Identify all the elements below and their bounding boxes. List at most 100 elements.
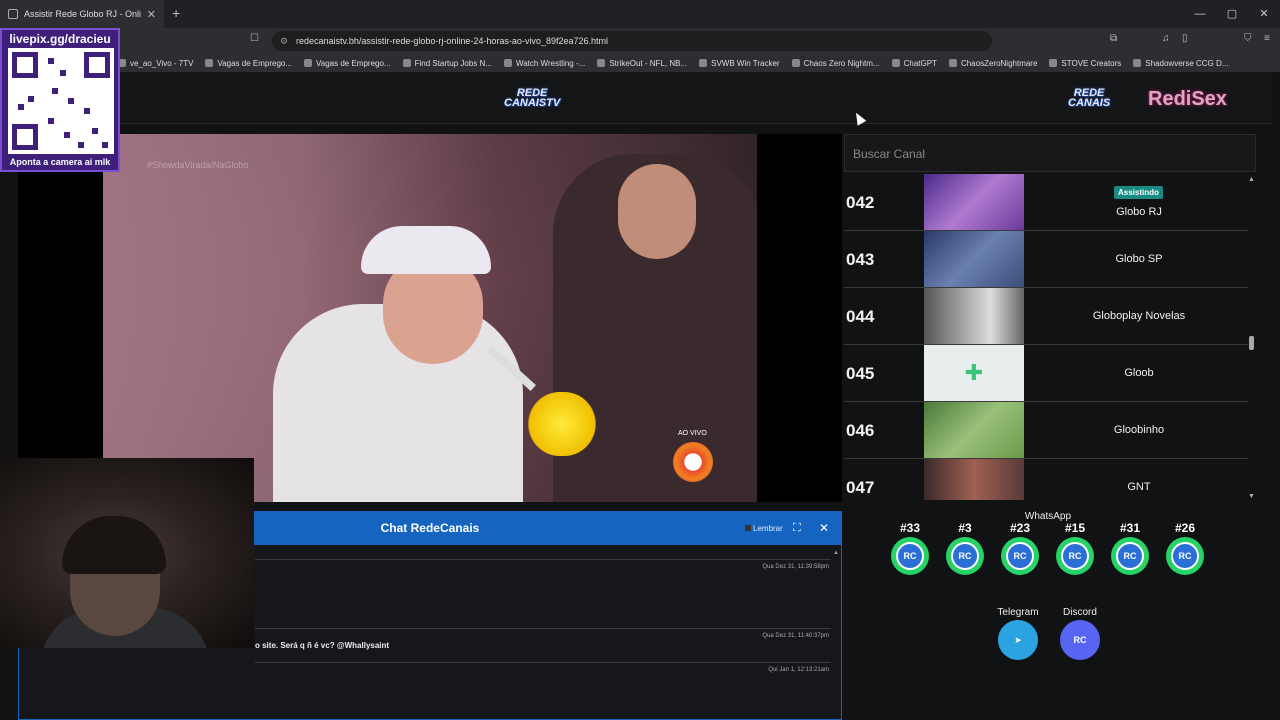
whatsapp-icon: RC xyxy=(1166,537,1204,575)
close-tab-icon[interactable]: ✕ xyxy=(147,8,156,21)
bookmark-item[interactable]: ChatGPT xyxy=(891,59,937,68)
qr-code-overlay: livepix.gg/dracieu Aponta a camera ai ml… xyxy=(0,28,120,172)
channel-search-input[interactable]: Buscar Canal xyxy=(844,134,1256,172)
webcam-overlay xyxy=(0,458,254,648)
channel-row[interactable]: 045 ✚ Gloob xyxy=(844,345,1248,402)
video-frame[interactable]: #ShowdaVirada/NaGlobo xyxy=(103,134,757,502)
channel-name: Globoplay Novelas xyxy=(1092,310,1186,322)
bookmark-item[interactable]: Shadowverse CCG D... xyxy=(1133,59,1228,68)
partner-logo-2[interactable]: RediSex xyxy=(1148,88,1227,110)
channel-number: 047 xyxy=(846,478,875,497)
telegram-link[interactable]: Telegram ➤ xyxy=(988,607,1048,660)
bookmark-item[interactable]: STOVE Creators xyxy=(1049,59,1121,68)
bookmark-item[interactable]: Vagas de Emprego... xyxy=(304,59,391,68)
site-logo[interactable]: REDE CANAISTV xyxy=(504,88,561,109)
message-time: Qua Dez 31, 11:40:37pm xyxy=(762,633,829,639)
social-links: WhatsApp #33 RC #3 RC #23 RC #15 RC #31 RC #2… xyxy=(844,511,1272,720)
channel-number: 046 xyxy=(846,421,875,440)
chat-message: Qua Dez 31, 11:40:37pm o site. Será q ñ … xyxy=(255,628,831,662)
scroll-up-icon[interactable]: ▲ xyxy=(1248,176,1255,183)
remember-checkbox[interactable]: Lembrar xyxy=(745,512,783,545)
channel-name: Gloob xyxy=(1124,367,1154,379)
channel-thumbnail xyxy=(924,231,1024,287)
whatsapp-icon: RC xyxy=(1001,537,1039,575)
new-tab-icon[interactable]: + xyxy=(172,5,180,21)
site-favicon-icon xyxy=(8,9,18,19)
bookmark-item[interactable]: Find Startup Jobs N... xyxy=(402,59,492,68)
bookmark-item[interactable]: ve_ao_Vivo - 7TV xyxy=(118,59,193,68)
discord-link[interactable]: Discord RC xyxy=(1050,607,1110,660)
bookmark-item[interactable]: Chaos Zero Nightm... xyxy=(791,59,880,68)
channel-number: 042 xyxy=(846,193,875,212)
whatsapp-icon: RC xyxy=(1111,537,1149,575)
bookmark-item[interactable]: Vagas de Emprego... xyxy=(205,59,292,68)
overlay-bottom-text: Aponta a camera ai mlk xyxy=(9,157,111,167)
bookmark-item[interactable]: ChaosZeroNightmare xyxy=(948,59,1037,68)
maximize-icon[interactable]: ▢ xyxy=(1216,0,1248,28)
message-time: Qui Jan 1, 12:13:21am xyxy=(768,667,829,673)
channel-thumbnail xyxy=(924,174,1024,230)
partner-logo[interactable]: REDE CANAIS xyxy=(1068,88,1111,109)
channel-number: 044 xyxy=(846,307,875,326)
whatsapp-group-link[interactable]: #31 RC xyxy=(1107,521,1153,575)
channel-list: 042 Assistindo Globo RJ 043 Globo SP 044… xyxy=(844,174,1248,500)
channel-row[interactable]: 043 Globo SP xyxy=(844,231,1248,288)
menu-icon[interactable]: ≡ xyxy=(1264,33,1276,45)
site-header: REDE CANAISTV REDE CANAIS RediSex xyxy=(0,72,1272,124)
minimize-icon[interactable]: — xyxy=(1184,0,1216,28)
channel-thumbnail xyxy=(924,288,1024,344)
extensions-icon[interactable]: ⧉ xyxy=(1110,33,1122,45)
close-chat-icon[interactable]: ✕ xyxy=(819,512,829,545)
live-label: AO VIVO xyxy=(678,430,707,437)
qr-code-icon xyxy=(8,48,114,154)
video-watermark: #ShowdaVirada/NaGlobo xyxy=(147,160,249,170)
gloob-logo-icon: ✚ xyxy=(924,345,1024,401)
browser-tab[interactable]: Assistir Rede Globo RJ - Onli ✕ xyxy=(0,0,164,28)
url-field[interactable]: ⚙ redecanaistv.bh/assistir-rede-globo-rj… xyxy=(272,31,992,51)
channel-thumbnail xyxy=(924,402,1024,458)
channel-row[interactable]: 046 Gloobinho xyxy=(844,402,1248,459)
channel-name: GNT xyxy=(1127,481,1151,493)
fullscreen-icon[interactable]: ⛶ xyxy=(793,512,801,545)
sidebar-icon[interactable]: ▯ xyxy=(1182,33,1194,45)
chat-message: Qui Jan 1, 12:13:21am xyxy=(255,662,831,692)
discord-icon: RC xyxy=(1060,620,1100,660)
channel-row[interactable]: 047 GNT xyxy=(844,459,1248,500)
bookmark-icon[interactable]: ☐ xyxy=(250,33,262,45)
whatsapp-icon: RC xyxy=(946,537,984,575)
browser-tab-bar: Assistir Rede Globo RJ - Onli ✕ + — ▢ ✕ xyxy=(0,0,1280,28)
channel-thumbnail xyxy=(924,459,1024,500)
site-info-icon[interactable]: ⚙ xyxy=(280,31,288,51)
telegram-icon: ➤ xyxy=(998,620,1038,660)
channel-name: Globo RJ xyxy=(1116,206,1162,218)
shield-icon[interactable]: ⛉ xyxy=(1244,33,1256,45)
chat-scrollbar[interactable]: ▲ xyxy=(833,550,839,718)
channel-row[interactable]: 044 Globoplay Novelas xyxy=(844,288,1248,345)
channel-row[interactable]: 042 Assistindo Globo RJ xyxy=(844,174,1248,231)
whatsapp-group-link[interactable]: #23 RC xyxy=(997,521,1043,575)
whatsapp-group-link[interactable]: #3 RC xyxy=(942,521,988,575)
channel-number: 043 xyxy=(846,250,875,269)
whatsapp-group-link[interactable]: #33 RC xyxy=(887,521,933,575)
bookmark-item[interactable]: Watch Wrestling -... xyxy=(503,59,585,68)
message-time: Qua Dez 31, 11:39:58pm xyxy=(762,564,829,570)
logo-text: CANAISTV xyxy=(504,97,561,109)
whatsapp-group-link[interactable]: #26 RC xyxy=(1162,521,1208,575)
chat-message: Qua Dez 31, 11:39:58pm xyxy=(255,559,831,627)
whatsapp-group-link[interactable]: #15 RC xyxy=(1052,521,1098,575)
channel-list-scrollbar[interactable]: ▲ ▼ xyxy=(1248,176,1256,500)
channel-name: Globo SP xyxy=(1115,253,1163,265)
channel-name: Gloobinho xyxy=(1113,424,1165,436)
channel-number: 045 xyxy=(846,364,875,383)
scroll-down-icon[interactable]: ▼ xyxy=(1248,493,1255,500)
bookmark-item[interactable]: StrikeOut - NFL, NB... xyxy=(597,59,687,68)
close-window-icon[interactable]: ✕ xyxy=(1248,0,1280,28)
whatsapp-icon: RC xyxy=(1056,537,1094,575)
logo-text: CANAIS xyxy=(1068,97,1111,109)
music-icon[interactable]: ♫ xyxy=(1162,33,1174,45)
overlay-top-text: livepix.gg/dracieu xyxy=(9,32,111,46)
bookmark-item[interactable]: SVWB Win Tracker xyxy=(699,59,780,68)
window-controls: — ▢ ✕ xyxy=(1184,0,1280,28)
watching-badge: Assistindo xyxy=(1114,186,1163,199)
video-player[interactable]: #ShowdaVirada/NaGlobo AO VIVO xyxy=(18,134,842,502)
